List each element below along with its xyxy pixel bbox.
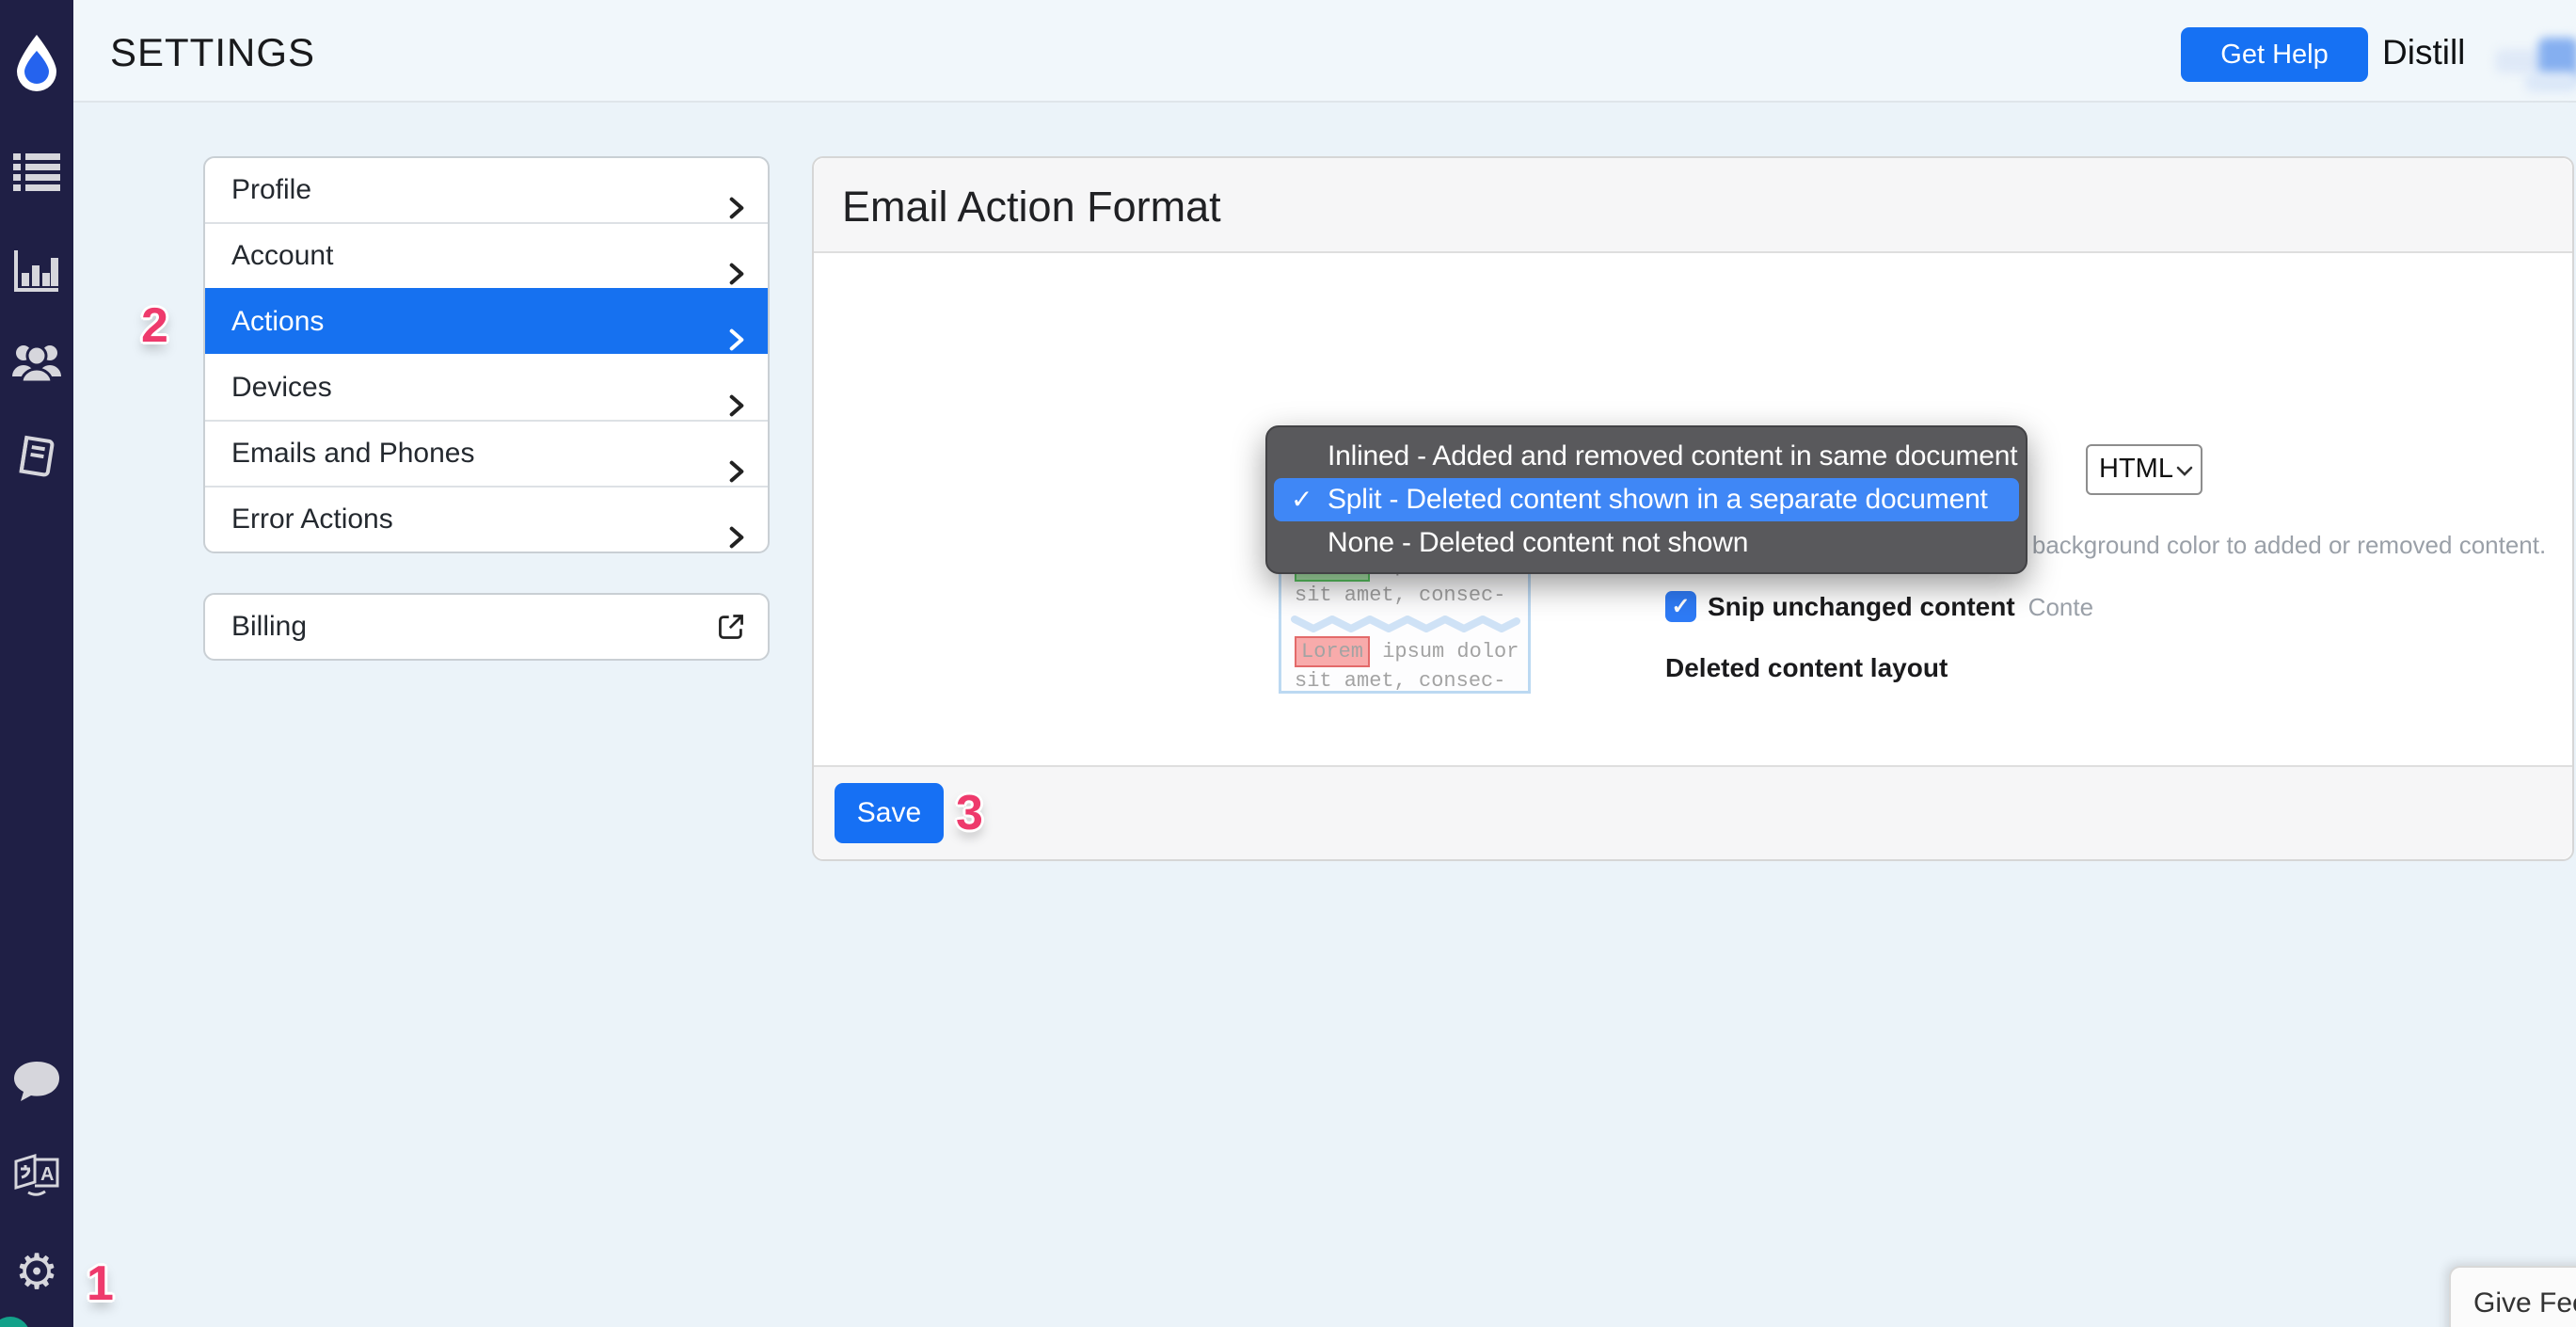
nav-label: Emails and Phones [231,438,475,469]
sidebar: A ⚙ [0,0,73,1327]
chat-bubble-icon[interactable] [0,1060,73,1105]
preview-removed-line2: sit amet, consec- [1295,669,1506,693]
svg-text:A: A [40,1164,54,1185]
nav-label: Profile [231,174,312,205]
nav-label: Devices [231,372,332,403]
sidebar-item-billing[interactable]: Billing [203,593,770,661]
give-feedback-button[interactable]: Give Fee [2449,1266,2576,1327]
snip-unchanged-label: Snip unchanged content [1708,592,2015,621]
deleted-content-layout-dropdown: Inlined - Added and removed content in s… [1265,425,2027,574]
groups-icon[interactable] [0,341,73,384]
sidebar-item-emails-and-phones[interactable]: Emails and Phones [205,420,768,486]
sidebar-item-devices[interactable]: Devices [205,354,768,420]
blurred-account-info [2495,49,2544,73]
water-drop-icon [17,35,56,91]
snip-unchanged-checkbox[interactable]: ✓ [1665,591,1696,622]
panel-title: Email Action Format [842,183,1221,231]
removed-highlight: Lorem [1295,636,1371,667]
deleted-content-layout-label: Deleted content layout [1665,653,1948,682]
panel-header: Email Action Format [814,158,2572,253]
reports-chart-icon[interactable] [0,248,73,294]
distill-logo[interactable] [13,34,60,92]
dropdown-option-inlined[interactable]: Inlined - Added and removed content in s… [1267,435,2026,478]
annotation-step-1: 1 [87,1256,114,1311]
distill-settings-screen: A ⚙ SETTINGS Get Help Distill Profile Ac… [0,0,2576,1327]
settings-nav: Profile Account Actions Devices Emails a… [203,156,770,553]
content-format-value: HTML [2099,454,2173,484]
sidebar-item-actions[interactable]: Actions [205,288,768,354]
page-title: SETTINGS [110,30,316,74]
preview-added-line2: sit amet, consec- [1295,584,1506,607]
content-format-select[interactable]: HTML [2086,444,2202,495]
highlight-changes-description: Adds a background color to added or remo… [1948,531,2547,559]
get-help-button[interactable]: Get Help [2181,27,2368,82]
panel-footer: Save [814,765,2572,859]
chevron-down-icon [2176,464,2193,481]
docs-book-icon[interactable] [0,435,73,482]
annotation-step-3: 3 [956,786,983,840]
sidebar-item-account[interactable]: Account [205,222,768,288]
external-link-icon [717,613,745,646]
save-button[interactable]: Save [835,783,944,843]
dropdown-option-none[interactable]: None - Deleted content not shown [1267,521,2026,565]
snip-squiggle-icon [1291,616,1520,632]
nav-label: Account [231,240,334,271]
annotation-step-2: 2 [141,298,168,353]
top-bar: SETTINGS Get Help Distill [73,0,2576,103]
snip-unchanged-row: Snip unchanged content Conte [1708,590,2093,624]
snip-unchanged-description: Conte [2027,593,2094,621]
sidebar-item-profile[interactable]: Profile [205,158,768,222]
check-icon: ✓ [1291,485,1313,514]
nav-label: Actions [231,306,325,337]
billing-label: Billing [231,611,308,642]
check-icon: ✓ [1671,594,1691,619]
sidebar-item-error-actions[interactable]: Error Actions [205,486,768,552]
watchlist-icon[interactable] [0,153,73,193]
translate-icon[interactable]: A [0,1150,73,1197]
blurred-account-info [2525,72,2576,92]
settings-gear-icon[interactable]: ⚙ [0,1248,73,1297]
chevron-right-icon [728,508,745,552]
brand-name: Distill [2382,33,2466,72]
dropdown-option-split[interactable]: ✓ Split - Deleted content shown in a sep… [1274,478,2019,521]
preview-removed-line1: Lorem ipsum dolor [1295,636,1528,667]
nav-label: Error Actions [231,504,393,535]
